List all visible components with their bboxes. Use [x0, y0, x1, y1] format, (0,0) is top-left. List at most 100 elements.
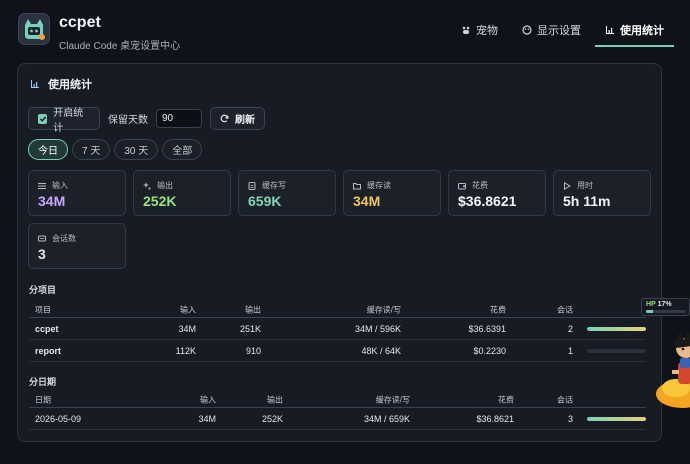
table-header: 日期 输入 输出 缓存读/写 花费 会话	[29, 392, 646, 408]
stat-card-cost: 花费 $36.8621	[448, 170, 546, 216]
share-bar-fill	[587, 326, 646, 331]
stat-value: 659K	[248, 193, 282, 209]
table-row[interactable]: report 112K 910 48K / 64K $0.2230 1	[29, 340, 646, 362]
stat-label: 输入	[52, 181, 68, 190]
cost-cell: $36.8621	[476, 413, 514, 424]
list-icon	[38, 182, 46, 189]
header-cell: 缓存读/写	[366, 305, 401, 314]
table-header: 项目 输入 输出 缓存读/写 花费 会话	[29, 302, 646, 318]
header-cell: 输入	[180, 305, 196, 314]
project-name: ccpet	[35, 323, 59, 334]
panel-header: 使用统计	[30, 76, 92, 92]
table-row[interactable]: 2026-05-09 34M 252K 34M / 659K $36.8621 …	[29, 408, 646, 430]
hp-value: 17%	[657, 301, 672, 308]
cache-cell: 34M / 596K	[354, 323, 401, 334]
main-tabs: 宠物 显示设置 使用统计	[451, 18, 674, 47]
tab-usage-stats-label: 使用统计	[620, 25, 664, 37]
tab-display-settings[interactable]: 显示设置	[512, 18, 591, 47]
input-cell: 112K	[175, 345, 196, 356]
wallet-icon	[458, 182, 466, 189]
output-cell: 252K	[261, 413, 283, 424]
header-cell: 会话	[557, 395, 573, 404]
app-title: ccpet	[59, 14, 101, 31]
range-7-days[interactable]: 7 天	[72, 139, 111, 160]
header-cell: 输出	[245, 305, 261, 314]
tab-usage-stats[interactable]: 使用统计	[595, 18, 674, 47]
stat-label: 缓存写	[262, 181, 286, 190]
cost-cell: $0.2230	[473, 345, 506, 356]
hp-bar	[646, 310, 686, 313]
header-cell: 项目	[35, 305, 51, 314]
by-project-title: 分项目	[29, 285, 57, 295]
header-cell: 花费	[490, 305, 506, 314]
range-today[interactable]: 今日	[28, 139, 68, 160]
project-name: report	[35, 345, 62, 356]
by-date-title: 分日期	[29, 377, 57, 387]
retention-days-label: 保留天数	[108, 115, 148, 126]
sessions-cell: 3	[567, 413, 573, 424]
stat-value: 3	[38, 246, 46, 262]
chart-icon	[606, 26, 614, 34]
panel-title: 使用统计	[48, 79, 92, 91]
refresh-label: 刷新	[235, 115, 255, 126]
play-icon	[564, 181, 571, 190]
output-cell: 251K	[239, 323, 261, 334]
enable-stats-label: 开启统计	[53, 107, 84, 134]
stats-controls: 开启统计 保留天数 刷新	[28, 107, 265, 134]
refresh-icon	[220, 114, 229, 123]
tab-display-settings-label: 显示设置	[537, 25, 581, 37]
header-cell: 缓存读/写	[375, 395, 410, 404]
cache-cell: 34M / 659K	[363, 413, 410, 424]
sessions-cell: 1	[567, 345, 573, 356]
stat-label: 输出	[157, 181, 173, 190]
hp-bar-fill	[646, 310, 653, 313]
share-bar	[587, 326, 646, 331]
stat-label: 用时	[577, 181, 593, 190]
palette-icon	[522, 25, 532, 35]
enable-stats-checkbox[interactable]	[38, 113, 48, 124]
stat-card-cache-read: 缓存读 34M	[343, 170, 441, 216]
share-bar	[587, 416, 646, 421]
desktop-pet[interactable]	[652, 318, 690, 410]
tab-pet[interactable]: 宠物	[451, 18, 508, 47]
date-cell: 2026-05-09	[35, 413, 82, 424]
retention-days-input[interactable]	[156, 109, 202, 128]
sparkle-icon	[143, 181, 151, 189]
stat-label: 花费	[472, 181, 488, 190]
header-cell: 日期	[35, 395, 51, 404]
pet-icon	[462, 26, 470, 34]
refresh-button[interactable]: 刷新	[210, 107, 265, 130]
stat-card-cache-write: 缓存写 659K	[238, 170, 336, 216]
share-bar	[587, 348, 646, 353]
input-cell: 34M	[178, 323, 196, 334]
header-cell: 输出	[267, 395, 283, 404]
share-bar-fill	[587, 416, 646, 421]
stat-value: 34M	[353, 193, 381, 209]
app-subtitle: Claude Code 桌宠设置中心	[59, 41, 181, 52]
by-project-table: 项目 输入 输出 缓存读/写 花费 会话 ccpet 34M 251K 34M …	[29, 302, 646, 362]
stat-card-input: 输入 34M	[28, 170, 126, 216]
table-row[interactable]: ccpet 34M 251K 34M / 596K $36.6391 2	[29, 318, 646, 340]
header-cell: 输入	[200, 395, 216, 404]
cost-cell: $36.6391	[468, 323, 506, 334]
folder-icon	[353, 182, 361, 189]
stat-card-duration: 用时 5h 11m	[553, 170, 651, 216]
sessions-cell: 2	[567, 323, 573, 334]
by-date-table: 日期 输入 输出 缓存读/写 花费 会话 2026-05-09 34M 252K…	[29, 392, 646, 430]
app-header: ccpet Claude Code 桌宠设置中心 宠物 显示设置 使用统计	[0, 0, 690, 56]
range-30-days[interactable]: 30 天	[114, 139, 159, 160]
header-cell: 会话	[557, 305, 573, 314]
app-logo	[18, 13, 50, 45]
stat-label: 缓存读	[367, 181, 391, 190]
stat-value: 34M	[38, 193, 66, 209]
stat-label: 会话数	[52, 234, 76, 243]
output-cell: 910	[245, 345, 261, 356]
range-selector: 今日 7 天 30 天 全部	[28, 139, 203, 160]
enable-stats-toggle[interactable]: 开启统计	[28, 107, 100, 134]
hp-label: HP	[646, 301, 656, 308]
cache-cell: 48K / 64K	[361, 345, 401, 356]
range-all[interactable]: 全部	[162, 139, 203, 160]
chart-icon	[31, 80, 39, 88]
stat-value: $36.8621	[458, 193, 517, 209]
tab-pet-label: 宠物	[476, 25, 498, 37]
